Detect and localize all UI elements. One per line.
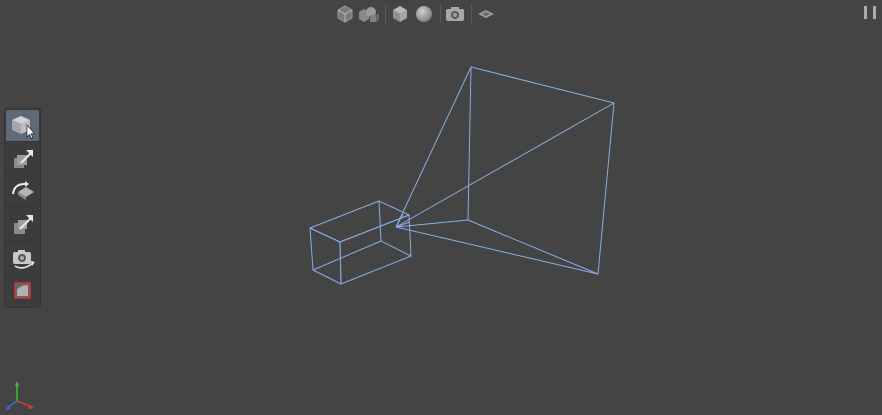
camera-body-wireframe [309,200,412,285]
camera-frustum-wireframe [395,66,615,275]
wireframe-scene[interactable] [0,0,882,415]
3d-viewport[interactable] [0,0,882,415]
axis-gizmo [5,381,34,410]
